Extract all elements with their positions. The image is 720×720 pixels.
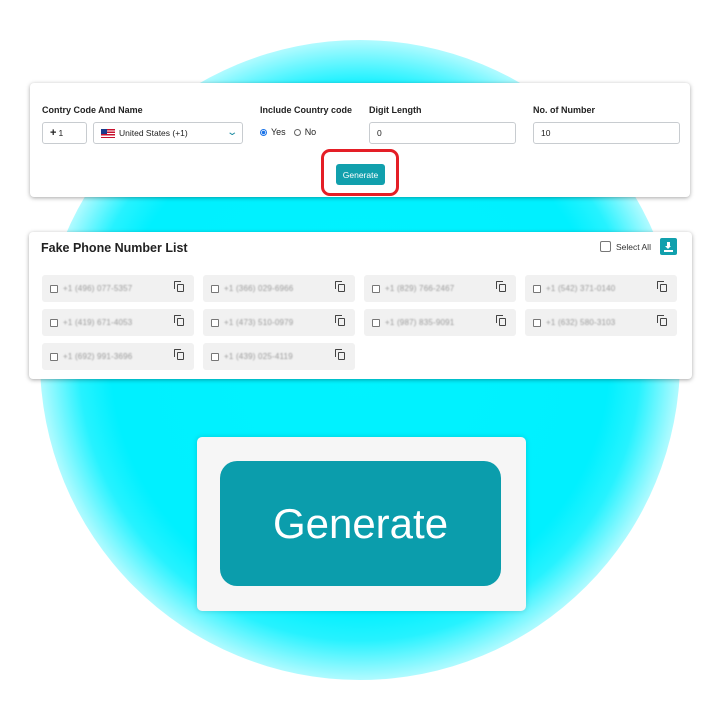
number-count-input[interactable]: 10 [533,122,680,144]
radio-no-label: No [304,127,317,137]
digit-length-value: 0 [377,128,382,138]
number-checkbox[interactable] [50,352,58,361]
copy-icon[interactable] [496,315,506,326]
select-all-label: Select All [616,241,651,252]
list-item: +1 (419) 671-4053 [42,309,194,336]
generate-button[interactable]: Generate [336,164,385,185]
list-item: +1 (366) 029-6966 [203,275,355,302]
phone-number: +1 (632) 580-3103 [546,318,616,327]
number-count-label: No. of Number [533,105,595,115]
number-checkbox[interactable] [211,284,219,293]
phone-number-list-card: Fake Phone Number List Select All +1 (49… [29,232,692,379]
zoomed-generate-button[interactable]: Generate [220,461,501,586]
radio-yes-label: Yes [271,127,286,137]
number-checkbox[interactable] [50,318,58,327]
list-item: +1 (473) 510-0979 [203,309,355,336]
phone-number: +1 (692) 991-3696 [63,352,133,361]
include-country-code-label: Include Country code [260,105,353,115]
number-checkbox[interactable] [211,318,219,327]
list-item: +1 (496) 077-5357 [42,275,194,302]
copy-icon[interactable] [657,315,667,326]
number-checkbox[interactable] [50,284,58,293]
copy-icon[interactable] [496,281,506,292]
plus-icon: + [50,127,57,139]
list-item: +1 (439) 025-4119 [203,343,355,370]
copy-icon[interactable] [335,349,345,360]
us-flag-icon [101,128,115,138]
country-code-input[interactable]: + 1 [42,122,87,144]
country-code-value: 1 [58,128,64,138]
phone-number: +1 (829) 766-2467 [385,284,455,293]
number-checkbox[interactable] [211,352,219,361]
copy-icon[interactable] [335,281,345,292]
phone-number: +1 (987) 835-9091 [385,318,455,327]
generator-form-card: Contry Code And Name Include Country cod… [30,83,690,197]
number-count-value: 10 [541,128,551,138]
number-checkbox[interactable] [372,318,380,327]
country-label: Contry Code And Name [42,105,143,115]
select-all-toggle[interactable]: Select All [600,241,651,252]
country-select-value: United States (+1) [119,128,188,138]
radio-yes[interactable] [260,128,267,136]
download-button[interactable] [660,238,677,255]
download-icon [664,250,673,252]
phone-number: +1 (366) 029-6966 [224,284,294,293]
list-item: +1 (987) 835-9091 [364,309,516,336]
copy-icon[interactable] [174,315,184,326]
phone-number: +1 (542) 371-0140 [546,284,616,293]
phone-number: +1 (419) 671-4053 [63,318,133,327]
number-checkbox[interactable] [533,284,541,293]
copy-icon[interactable] [657,281,667,292]
phone-number: +1 (496) 077-5357 [63,284,133,293]
copy-icon[interactable] [174,281,184,292]
zoomed-generate-card: Generate [197,437,526,611]
list-item: +1 (632) 580-3103 [525,309,677,336]
list-item: +1 (829) 766-2467 [364,275,516,302]
list-item: +1 (542) 371-0140 [525,275,677,302]
country-select[interactable]: United States (+1) ⌄ [93,122,243,144]
number-checkbox[interactable] [372,284,380,293]
radio-no[interactable] [293,128,301,136]
copy-icon[interactable] [174,349,184,360]
include-country-code-radios: Yes No [260,127,316,137]
copy-icon[interactable] [335,315,345,326]
list-item: +1 (692) 991-3696 [42,343,194,370]
phone-number: +1 (439) 025-4119 [224,352,293,361]
digit-length-label: Digit Length [369,105,422,115]
chevron-down-icon: ⌄ [225,127,238,138]
list-title: Fake Phone Number List [41,241,188,255]
number-checkbox[interactable] [533,318,541,327]
phone-number: +1 (473) 510-0979 [224,318,294,327]
digit-length-input[interactable]: 0 [369,122,516,144]
select-all-checkbox[interactable] [600,241,611,252]
